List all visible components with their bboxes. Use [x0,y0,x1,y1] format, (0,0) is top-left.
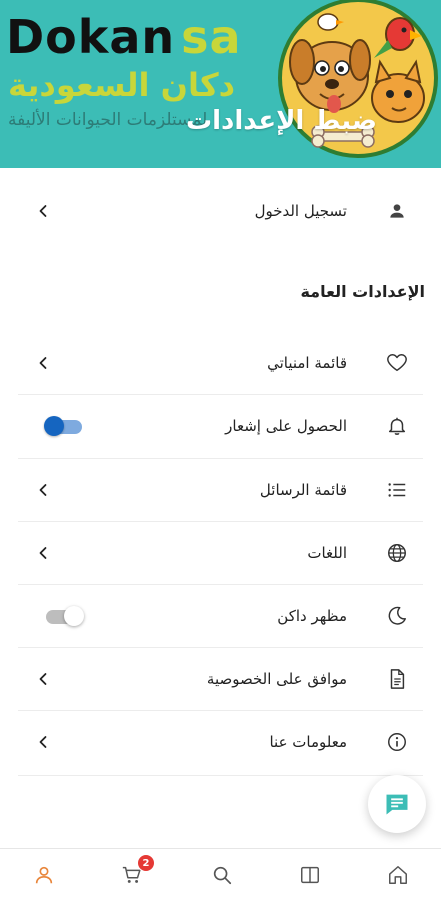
page-title: ضبط الإعدادات [186,106,377,136]
settings-item-label: الحصول على إشعار [225,417,347,435]
book-icon [301,866,319,884]
person-icon [385,199,409,223]
header-banner: Dokan sa دكان السعودية لمستلزمات الحيوانا… [0,0,441,168]
nav-categories[interactable] [298,863,322,887]
document-icon [385,667,409,691]
settings-item-label: اللغات [307,544,347,562]
brand-logo-arabic: دكان السعودية [8,66,236,104]
chevron-left-icon [39,205,47,217]
info-icon [385,730,409,754]
settings-item-dark-mode: مظهر داكن [0,585,441,647]
nav-cart[interactable]: 2 [120,855,154,887]
nav-home[interactable] [386,863,410,887]
chevron-left-icon [39,673,47,685]
settings-item-messages[interactable]: قائمة الرسائل [0,459,441,521]
brand-name-part2: sa [181,10,242,64]
bell-icon [385,414,409,438]
login-label: تسجيل الدخول [254,202,347,220]
settings-item-wishlist[interactable]: قائمة امنياتي [0,332,441,394]
chevron-left-icon [39,484,47,496]
brand-logo-latin: Dokan sa [6,14,242,60]
section-title-general-settings: الإعدادات العامة [300,282,425,301]
login-row[interactable]: تسجيل الدخول [0,180,441,242]
chat-icon [386,794,408,815]
settings-item-privacy[interactable]: موافق على الخصوصية [0,648,441,710]
search-icon [213,866,232,885]
settings-item-about[interactable]: معلومات عنا [0,711,441,773]
chevron-left-icon [39,547,47,559]
chat-button[interactable] [368,775,426,833]
brand-name-part1: Dokan [6,10,176,64]
cart-badge: 2 [138,855,154,871]
chevron-left-icon [39,736,47,748]
home-icon [389,866,407,884]
heart-icon [385,351,409,375]
settings-item-label: قائمة الرسائل [259,481,347,499]
nav-search[interactable] [210,863,234,887]
toggle-knob [64,606,84,626]
list-icon [385,478,409,502]
settings-item-notifications: الحصول على إشعار [0,395,441,457]
moon-icon [385,604,409,628]
brand-tagline: لمستلزمات الحيوانات الأليفة [8,110,208,130]
dark-mode-toggle[interactable] [44,605,84,627]
settings-item-label: معلومات عنا [269,733,347,751]
settings-item-label: قائمة امنياتي [267,354,347,372]
notifications-toggle[interactable] [44,415,84,437]
nav-profile[interactable] [32,863,56,887]
chevron-left-icon [39,357,47,369]
profile-icon [35,866,53,884]
settings-item-label: مظهر داكن [277,607,347,625]
globe-icon [385,541,409,565]
toggle-knob [44,416,64,436]
bottom-navigation: 2 [0,848,441,900]
settings-item-label: موافق على الخصوصية [206,670,347,688]
mascot-illustration [278,0,438,158]
settings-item-languages[interactable]: اللغات [0,522,441,584]
divider [18,775,423,776]
